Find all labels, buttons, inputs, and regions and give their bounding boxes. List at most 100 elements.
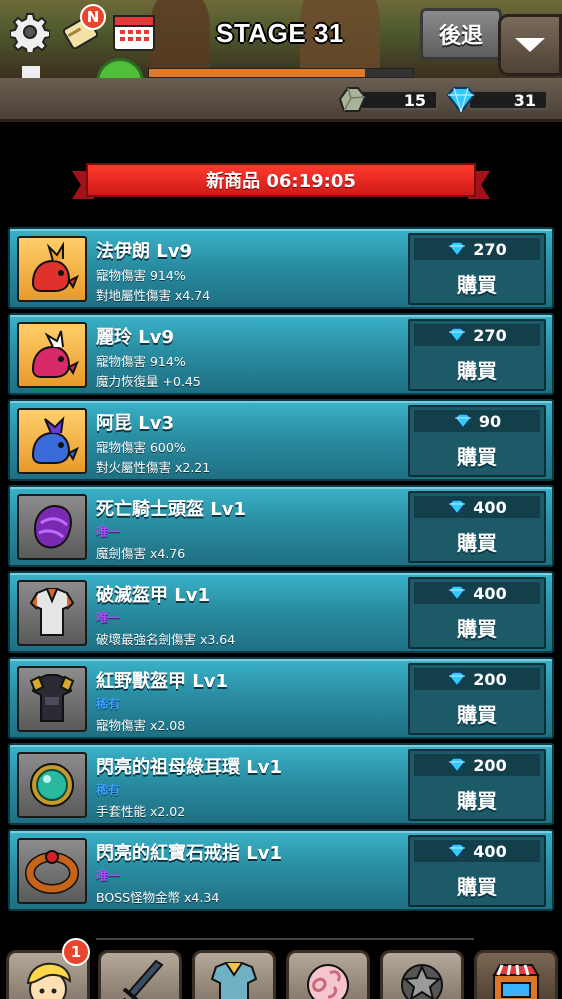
diamond-icon bbox=[448, 327, 467, 343]
buy-button[interactable]: 400 購買 bbox=[408, 491, 546, 563]
buy-label: 購買 bbox=[457, 616, 497, 641]
item-stat-primary: 寵物傷害 600% bbox=[96, 440, 186, 455]
shop-item-row: 紅野獸盔甲 Lv1 稀有寵物傷害 x2.08 200 購買 bbox=[8, 657, 554, 739]
shop-item-row: 阿昆 Lv3 寵物傷害 600% 對火屬性傷害 x2.21 90 購買 bbox=[8, 399, 554, 481]
pet-egg-icon bbox=[307, 964, 349, 999]
diamond-icon bbox=[446, 87, 476, 114]
item-price: 200 bbox=[414, 668, 540, 690]
buy-label: 購買 bbox=[457, 530, 497, 555]
diamond-icon bbox=[448, 585, 467, 601]
nav-weapon-tab[interactable] bbox=[98, 950, 182, 999]
item-name: 閃亮的祖母綠耳環 Lv1 bbox=[96, 757, 282, 778]
item-stat-secondary: BOSS怪物金幣 x4.34 bbox=[96, 890, 220, 905]
divider bbox=[96, 938, 474, 940]
price-value: 270 bbox=[473, 325, 507, 345]
stage-progress-bar bbox=[148, 68, 414, 78]
buy-label: 購買 bbox=[457, 702, 497, 727]
new-items-banner: 新商品 06:19:05 bbox=[72, 163, 490, 203]
item-price: 270 bbox=[414, 238, 540, 260]
price-value: 400 bbox=[473, 841, 507, 861]
buy-label: 購買 bbox=[457, 272, 497, 297]
shop-item-row: 閃亮的紅寶石戒指 Lv1 唯一 BOSS怪物金幣 x4.34 400 購買 bbox=[8, 829, 554, 911]
item-price: 400 bbox=[414, 840, 540, 862]
buy-button[interactable]: 200 購買 bbox=[408, 749, 546, 821]
item-name: 法伊朗 Lv9 bbox=[96, 241, 192, 262]
hud-indicator bbox=[22, 66, 40, 78]
price-value: 200 bbox=[473, 669, 507, 689]
shop-item-list: 法伊朗 Lv9 寵物傷害 914% 對地屬性傷害 x4.74 270 購買 麗玲 Lv9 寵… bbox=[8, 227, 554, 915]
buy-button[interactable]: 270 購買 bbox=[408, 233, 546, 305]
dark-armor-icon[interactable] bbox=[17, 666, 87, 732]
red-dragon-pet-icon[interactable] bbox=[17, 236, 87, 302]
stone-counter: 15 bbox=[334, 86, 438, 114]
item-name: 阿昆 Lv3 bbox=[96, 413, 174, 434]
diamond-icon bbox=[448, 671, 467, 687]
buy-button[interactable]: 200 購買 bbox=[408, 663, 546, 735]
item-price: 270 bbox=[414, 324, 540, 346]
item-name: 死亡騎士頭盔 Lv1 bbox=[96, 499, 246, 520]
blue-dragon-pet-icon[interactable] bbox=[17, 408, 87, 474]
item-rarity: 唯一 bbox=[96, 525, 121, 539]
shop-item-row: 閃亮的祖母綠耳環 Lv1 稀有手套性能 x2.02 200 購買 bbox=[8, 743, 554, 825]
silver-armor-icon[interactable] bbox=[17, 580, 87, 646]
nav-skill-tab[interactable] bbox=[380, 950, 464, 999]
item-price: 400 bbox=[414, 582, 540, 604]
emerald-earring-icon[interactable] bbox=[17, 752, 87, 818]
skill-orb[interactable] bbox=[96, 58, 144, 78]
item-stat-secondary: 魔劍傷害 x4.76 bbox=[96, 546, 186, 561]
item-stat-secondary: 破壞最強名劍傷害 x3.64 bbox=[96, 632, 236, 647]
shop-item-row: 法伊朗 Lv9 寵物傷害 914% 對地屬性傷害 x4.74 270 購買 bbox=[8, 227, 554, 309]
diamond-icon bbox=[448, 843, 467, 859]
item-name: 麗玲 Lv9 bbox=[96, 327, 174, 348]
price-value: 90 bbox=[478, 411, 502, 431]
diamond-icon bbox=[453, 413, 472, 429]
price-value: 200 bbox=[473, 755, 507, 775]
item-stat-secondary: 對火屬性傷害 x2.21 bbox=[96, 460, 211, 475]
item-stat-secondary: 寵物傷害 x2.08 bbox=[96, 718, 186, 733]
stage-title: STAGE 31 bbox=[216, 18, 344, 48]
item-rarity: 唯一 bbox=[96, 611, 121, 625]
item-price: 400 bbox=[414, 496, 540, 518]
item-price: 200 bbox=[414, 754, 540, 776]
menu-dropdown-button[interactable] bbox=[498, 14, 562, 76]
pink-dragon-pet-icon[interactable] bbox=[17, 322, 87, 388]
buy-label: 購買 bbox=[457, 444, 497, 469]
item-rarity: 稀有 bbox=[96, 697, 121, 711]
nav-pet-egg-tab[interactable] bbox=[286, 950, 370, 999]
calendar-icon[interactable] bbox=[112, 10, 156, 54]
shop-chest-icon bbox=[492, 964, 540, 999]
item-stat-secondary: 魔力恢復量 +0.45 bbox=[96, 374, 201, 389]
stone-count: 15 bbox=[360, 90, 438, 110]
chevron-down-icon bbox=[515, 38, 545, 52]
buy-button[interactable]: 270 購買 bbox=[408, 319, 546, 391]
buy-button[interactable]: 90 購買 bbox=[408, 405, 546, 477]
nav-armor-tab[interactable] bbox=[192, 950, 276, 999]
gem-counter: 31 bbox=[444, 86, 548, 114]
diamond-icon bbox=[448, 241, 467, 257]
hero-badge: 1 bbox=[62, 938, 90, 966]
price-value: 400 bbox=[473, 497, 507, 517]
stone-icon bbox=[338, 87, 367, 112]
item-rarity: 稀有 bbox=[96, 783, 121, 797]
item-stat-primary: 寵物傷害 914% bbox=[96, 268, 186, 283]
price-value: 270 bbox=[473, 239, 507, 259]
gear-icon[interactable] bbox=[8, 10, 52, 54]
notification-badge: N bbox=[80, 4, 106, 30]
back-button[interactable]: 後退 bbox=[420, 8, 502, 60]
buy-button[interactable]: 400 購買 bbox=[408, 835, 546, 907]
shop-item-row: 麗玲 Lv9 寵物傷害 914% 魔力恢復量 +0.45 270 購買 bbox=[8, 313, 554, 395]
item-name: 紅野獸盔甲 Lv1 bbox=[96, 671, 228, 692]
buy-label: 購買 bbox=[457, 358, 497, 383]
gem-count: 31 bbox=[468, 90, 548, 110]
star-icon bbox=[401, 964, 443, 999]
bottom-nav: 1 bbox=[0, 938, 562, 999]
ruby-ring-icon[interactable] bbox=[17, 838, 87, 904]
item-stat-secondary: 手套性能 x2.02 bbox=[96, 804, 186, 819]
item-stat-secondary: 對地屬性傷害 x4.74 bbox=[96, 288, 211, 303]
resource-bar: 15 31 bbox=[0, 78, 562, 122]
purple-helmet-icon[interactable] bbox=[17, 494, 87, 560]
buy-button[interactable]: 400 購買 bbox=[408, 577, 546, 649]
diamond-icon bbox=[448, 757, 467, 773]
armor-icon bbox=[210, 962, 258, 999]
nav-shop-tab[interactable] bbox=[474, 950, 558, 999]
